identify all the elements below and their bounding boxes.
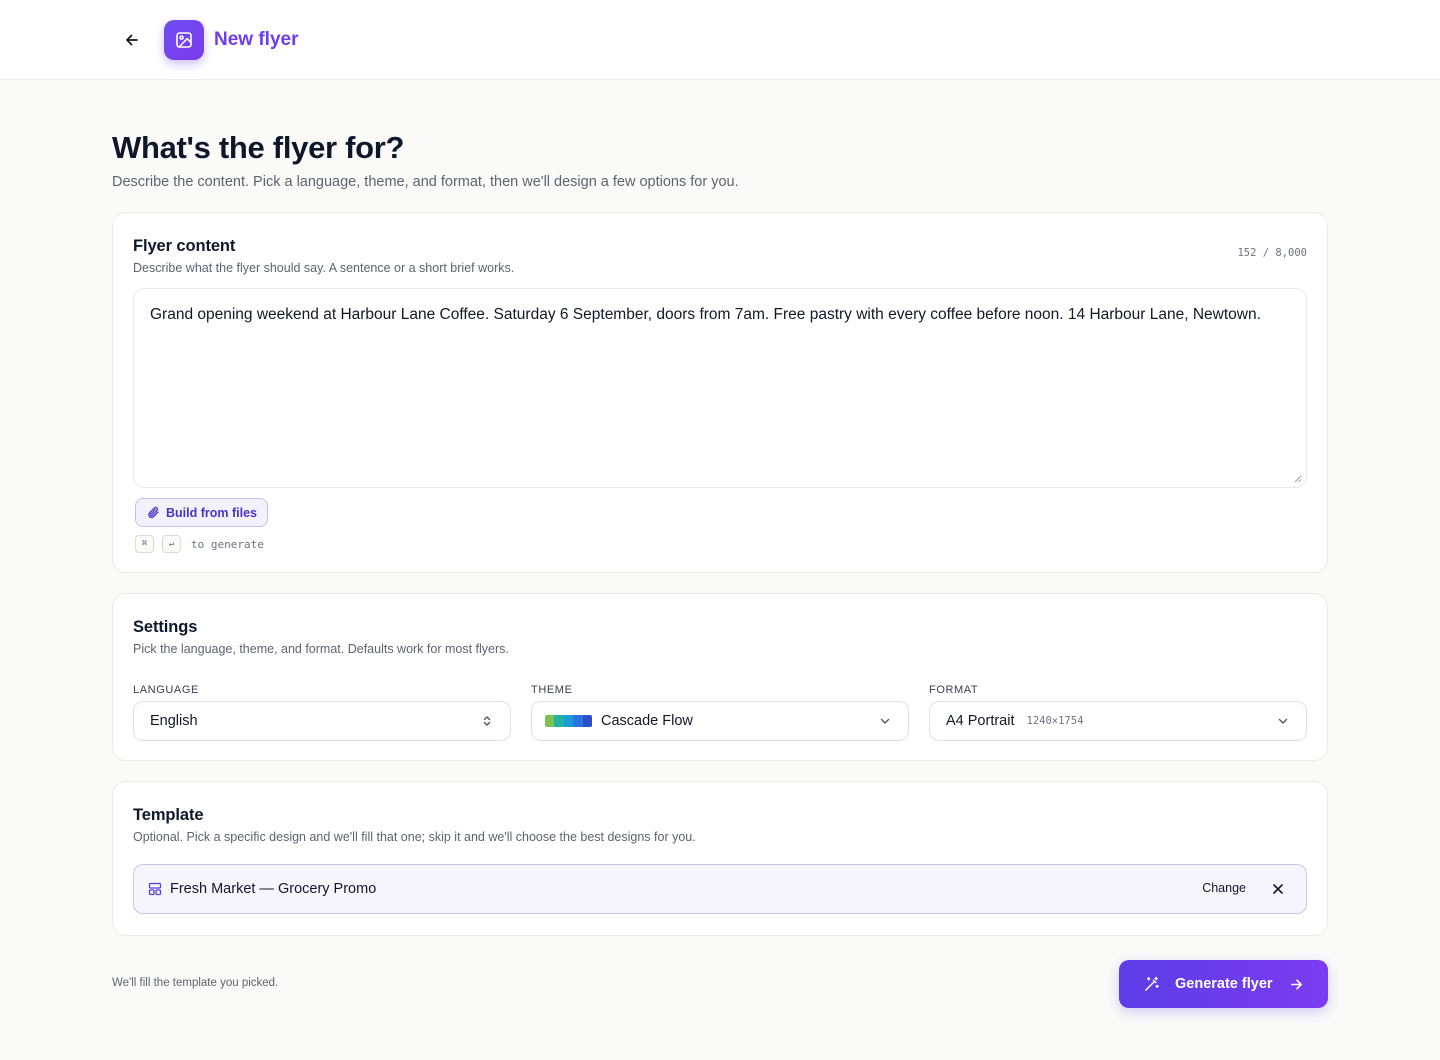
format-select[interactable]: A4 Portrait 1240×1754 [929,701,1307,741]
arrow-left-icon [126,34,138,46]
card-title: Template [133,806,204,824]
flyer-content-textarea[interactable]: Grand opening weekend at Harbour Lane Co… [133,288,1307,488]
card-title: Settings [133,618,198,636]
paperclip-icon [148,506,159,519]
shortcut-hint: ⌘ ↵ to generate [135,535,264,553]
card-title: Flyer content [133,237,236,255]
format-value: A4 Portrait [946,713,1015,729]
command-key: ⌘ [135,535,154,553]
chevron-down-icon [1278,718,1288,724]
arrow-right-icon [1291,978,1302,990]
card-description: Describe what the flyer should say. A se… [133,261,515,275]
selected-template[interactable]: Fresh Market — Grocery Promo Change [133,864,1307,914]
top-bar: New flyer [0,0,1440,80]
card-description: Pick the language, theme, and format. De… [133,642,509,656]
theme-value: Cascade Flow [601,713,693,729]
language-value: English [150,713,198,729]
flyer-content-text: Grand opening weekend at Harbour Lane Co… [150,306,1261,323]
back-button[interactable] [116,24,148,56]
enter-key: ↵ [162,535,181,553]
theme-select[interactable]: Cascade Flow [531,701,909,741]
generate-flyer-label: Generate flyer [1175,976,1273,992]
chevron-up-down-icon [483,716,491,726]
theme-label: THEME [531,684,573,696]
format-dimensions: 1240×1754 [1026,715,1084,727]
chevron-down-icon [880,718,890,724]
language-label: LANGUAGE [133,684,199,696]
format-label: FORMAT [929,684,979,696]
close-icon [1273,884,1283,894]
page-title: What's the flyer for? [112,130,405,165]
card-description: Optional. Pick a specific design and we'… [133,830,696,844]
clear-template-button[interactable] [1270,881,1286,897]
magic-wand-icon [1145,976,1159,991]
image-icon [164,20,204,60]
footer-note: We'll fill the template you picked. [112,977,279,989]
template-name: Fresh Market — Grocery Promo [170,881,377,897]
build-from-files-button[interactable]: Build from files [135,498,268,527]
build-from-files-label: Build from files [166,505,257,520]
character-counter: 152 / 8,000 [1237,247,1307,259]
shortcut-hint-text: to generate [191,537,264,551]
template-card: Template Optional. Pick a specific desig… [112,781,1328,936]
layout-icon [148,882,162,896]
theme-swatch [545,715,592,727]
generate-flyer-button[interactable]: Generate flyer [1119,960,1328,1008]
page-subtitle: Describe the content. Pick a language, t… [112,174,739,190]
app-title: New flyer [214,29,299,50]
resize-handle-icon[interactable] [1294,475,1302,483]
flyer-content-card: Flyer content Describe what the flyer sh… [112,212,1328,573]
change-template-button[interactable]: Change [1202,881,1246,895]
language-select[interactable]: English [133,701,511,741]
settings-card: Settings Pick the language, theme, and f… [112,593,1328,761]
